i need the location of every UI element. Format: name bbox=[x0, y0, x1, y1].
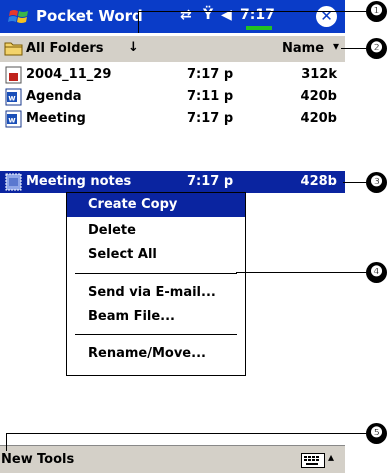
menu-item-label: Create Copy bbox=[88, 197, 178, 212]
callout-1: ❶ bbox=[366, 1, 387, 22]
svg-text:w: w bbox=[8, 94, 16, 103]
file-size: 420b bbox=[300, 111, 337, 126]
callout-leader-line bbox=[138, 11, 366, 12]
callout-3: ❸ bbox=[366, 172, 387, 193]
menu-separator bbox=[75, 273, 237, 274]
callout-leader-line bbox=[341, 48, 366, 49]
menu-item-label: Delete bbox=[88, 223, 136, 238]
file-name: 2004_11_29 bbox=[26, 67, 112, 82]
sort-dropdown-arrow-icon[interactable]: ▾ bbox=[333, 39, 339, 53]
speaker-icon[interactable]: ◀ bbox=[221, 7, 232, 23]
file-name: Agenda bbox=[26, 89, 82, 104]
file-size: 428b bbox=[300, 174, 337, 189]
command-bar: New Tools ▴ bbox=[0, 445, 345, 473]
menu-item-send-via-email[interactable]: Send via E-mail... bbox=[67, 281, 245, 305]
menu-item-delete[interactable]: Delete bbox=[67, 219, 245, 243]
file-row-selected[interactable]: Meeting notes 7:17 p 428b bbox=[0, 171, 345, 193]
menu-item-select-all[interactable]: Select All bbox=[67, 243, 245, 267]
sort-dropdown[interactable]: Name bbox=[282, 41, 324, 56]
menu-item-rename-move[interactable]: Rename/Move... bbox=[67, 342, 245, 366]
file-size: 312k bbox=[301, 67, 337, 82]
callout-leader-line bbox=[343, 182, 366, 183]
pocket-pc-screen: Pocket Word ⇄ Ÿ ◀ 7:17 ✕ All Folders ↓ N… bbox=[0, 0, 345, 473]
context-menu: Create Copy Delete Select All Send via E… bbox=[66, 192, 246, 376]
callout-leader-line bbox=[6, 433, 7, 451]
folder-dropdown[interactable]: All Folders bbox=[26, 41, 104, 56]
callout-leader-line bbox=[6, 433, 366, 434]
menu-item-label: Send via E-mail... bbox=[88, 285, 216, 300]
callout-4: ❹ bbox=[366, 262, 387, 283]
input-panel-arrow-icon[interactable]: ▴ bbox=[328, 450, 334, 464]
folder-icon bbox=[4, 42, 23, 56]
svg-text:w: w bbox=[8, 116, 16, 125]
template-doc-icon bbox=[5, 173, 22, 191]
menu-separator bbox=[75, 334, 237, 335]
file-name: Meeting notes bbox=[26, 174, 132, 189]
file-size: 420b bbox=[300, 89, 337, 104]
file-name: Meeting bbox=[26, 111, 86, 126]
callout-leader-line bbox=[138, 11, 139, 33]
menu-item-label: Select All bbox=[88, 247, 157, 262]
folder-bar: All Folders ↓ Name ▾ bbox=[0, 36, 345, 62]
connectivity-icon[interactable]: ⇄ bbox=[180, 7, 192, 23]
file-time: 7:17 p bbox=[187, 111, 234, 126]
keyboard-icon[interactable] bbox=[301, 453, 325, 468]
clock[interactable]: 7:17 bbox=[240, 7, 275, 23]
windows-start-icon[interactable] bbox=[8, 6, 30, 28]
antenna-off-icon[interactable]: Ÿ bbox=[203, 7, 213, 23]
title-bar: Pocket Word ⇄ Ÿ ◀ 7:17 ✕ bbox=[0, 0, 345, 33]
menu-item-label: Beam File... bbox=[88, 309, 175, 324]
callout-leader-line bbox=[236, 272, 366, 273]
file-time: 7:17 p bbox=[187, 67, 234, 82]
file-row[interactable]: w Meeting 7:17 p 420b bbox=[0, 108, 345, 130]
file-time: 7:17 p bbox=[187, 174, 234, 189]
close-button[interactable]: ✕ bbox=[316, 6, 337, 27]
folder-dropdown-arrow-icon[interactable]: ↓ bbox=[128, 40, 139, 55]
callout-2: ❷ bbox=[366, 38, 387, 59]
menu-item-beam-file[interactable]: Beam File... bbox=[67, 305, 245, 329]
file-time: 7:11 p bbox=[187, 89, 234, 104]
file-row[interactable]: w Agenda 7:11 p 420b bbox=[0, 86, 345, 108]
app-title: Pocket Word bbox=[36, 7, 143, 25]
menu-item-label: Rename/Move... bbox=[88, 346, 206, 361]
ink-note-icon bbox=[5, 66, 22, 84]
file-row[interactable]: 2004_11_29 7:17 p 312k bbox=[0, 64, 345, 86]
menu-item-create-copy[interactable]: Create Copy bbox=[67, 193, 245, 217]
new-menu-button[interactable]: New bbox=[1, 452, 33, 467]
battery-indicator bbox=[246, 26, 272, 30]
word-doc-icon: w bbox=[5, 88, 22, 106]
word-doc-icon: w bbox=[5, 110, 22, 128]
callout-5: ❺ bbox=[366, 423, 387, 444]
tools-menu-button[interactable]: Tools bbox=[37, 452, 74, 467]
